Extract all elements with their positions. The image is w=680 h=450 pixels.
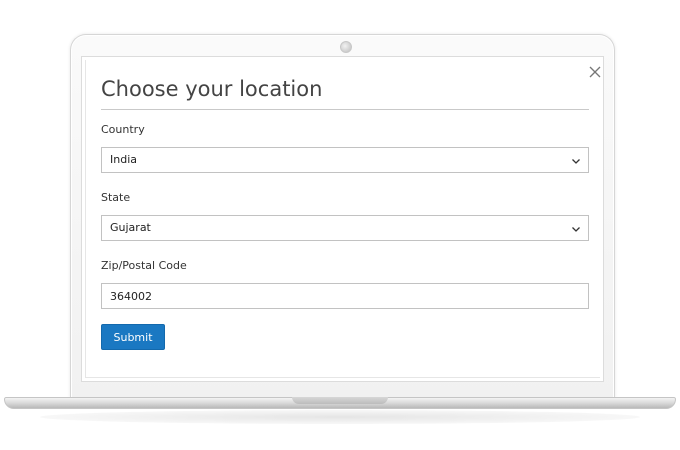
close-icon[interactable] (588, 65, 602, 79)
chevron-down-icon (572, 227, 580, 232)
laptop-notch (292, 397, 388, 404)
state-select[interactable]: Gujarat (101, 215, 589, 241)
country-select[interactable]: India (101, 147, 589, 173)
zip-label: Zip/Postal Code (101, 259, 187, 272)
state-selected-value: Gujarat (110, 221, 151, 234)
state-label: State (101, 191, 131, 204)
zip-input[interactable] (101, 283, 589, 309)
modal-title: Choose your location (101, 77, 323, 101)
country-label: Country (101, 123, 145, 136)
camera-icon (340, 41, 352, 53)
submit-button[interactable]: Submit (101, 324, 165, 350)
chevron-down-icon (572, 159, 580, 164)
laptop-shadow (40, 410, 640, 424)
title-divider (101, 109, 589, 110)
country-selected-value: India (110, 153, 137, 166)
laptop-mockup: Choose your location Country India State… (0, 0, 680, 450)
